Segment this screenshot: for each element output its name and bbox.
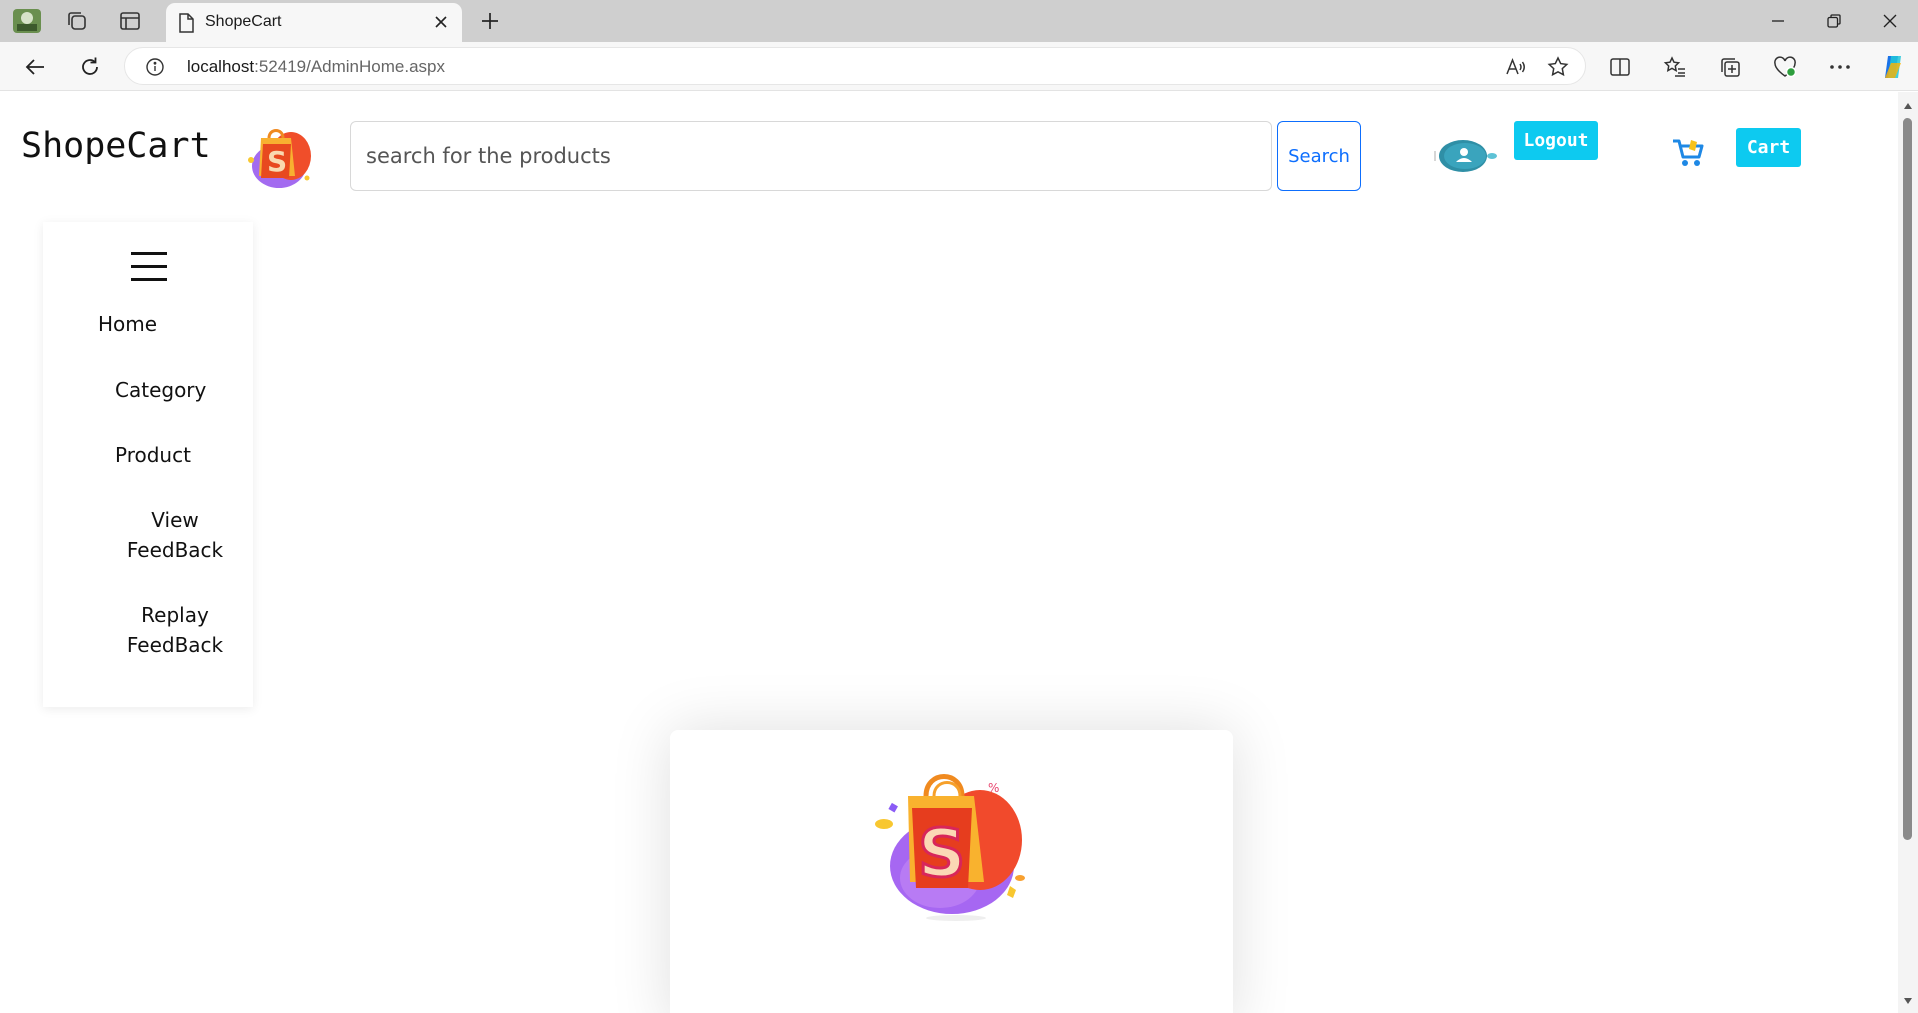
shopecart-logo-large: S % xyxy=(870,758,1040,928)
favorite-star-icon[interactable] xyxy=(1543,53,1573,81)
shopecart-logo[interactable]: S xyxy=(241,116,319,194)
web-page: ShopeCart S Search Logout xyxy=(5,92,1898,1013)
scroll-up-arrow-icon[interactable] xyxy=(1902,100,1914,112)
brand-title[interactable]: ShopeCart xyxy=(21,126,211,166)
active-tab[interactable]: ShopeCart xyxy=(166,3,462,42)
scroll-down-arrow-icon[interactable] xyxy=(1902,995,1914,1007)
new-tab-icon[interactable] xyxy=(475,7,505,35)
collections-icon[interactable] xyxy=(1713,51,1747,83)
logout-button[interactable]: Logout xyxy=(1514,121,1598,160)
workspaces-icon[interactable] xyxy=(62,7,92,35)
copilot-icon[interactable] xyxy=(1876,51,1910,83)
search-button[interactable]: Search xyxy=(1277,121,1361,191)
minimize-icon[interactable] xyxy=(1750,0,1806,42)
scrollbar-thumb[interactable] xyxy=(1903,118,1912,840)
admin-sidebar: Home Category Product View FeedBack Repl… xyxy=(43,222,253,707)
search-input[interactable] xyxy=(350,121,1272,191)
sidebar-item-product[interactable]: Product xyxy=(115,440,235,470)
tab-title: ShopeCart xyxy=(205,13,282,30)
browser-tab-strip: ShopeCart xyxy=(0,0,1918,42)
shopping-cart-icon[interactable] xyxy=(1671,137,1707,169)
user-profile-icon[interactable] xyxy=(1427,134,1503,178)
url-text: localhost:52419/AdminHome.aspx xyxy=(187,57,445,77)
favorites-icon[interactable] xyxy=(1658,51,1692,83)
url-host: localhost xyxy=(187,57,255,76)
back-icon[interactable] xyxy=(18,51,52,83)
close-tab-icon[interactable] xyxy=(430,11,452,33)
cart-button[interactable]: Cart xyxy=(1736,128,1801,167)
svg-text:S: S xyxy=(918,815,966,892)
sidebar-item-replay-feedback[interactable]: Replay FeedBack xyxy=(115,600,235,660)
url-path: :52419/AdminHome.aspx xyxy=(254,57,445,76)
read-aloud-icon[interactable] xyxy=(1501,53,1531,81)
more-options-icon[interactable] xyxy=(1823,51,1857,83)
tab-actions-icon[interactable] xyxy=(115,7,145,35)
browser-essentials-icon[interactable] xyxy=(1768,51,1802,83)
address-bar[interactable]: localhost:52419/AdminHome.aspx xyxy=(124,47,1586,85)
profile-avatar-icon[interactable] xyxy=(12,7,42,35)
welcome-card: S % xyxy=(670,730,1233,1013)
svg-text:%: % xyxy=(988,781,999,795)
sidebar-item-category[interactable]: Category xyxy=(115,375,235,405)
site-info-icon[interactable] xyxy=(145,57,165,77)
sidebar-item-home[interactable]: Home xyxy=(98,309,218,339)
close-window-icon[interactable] xyxy=(1862,0,1918,42)
split-screen-icon[interactable] xyxy=(1603,51,1637,83)
sidebar-item-view-feedback[interactable]: View FeedBack xyxy=(115,505,235,565)
page-icon xyxy=(178,13,194,37)
svg-text:S: S xyxy=(267,145,287,178)
page-scrollbar[interactable] xyxy=(1898,92,1918,1013)
browser-navbar: localhost:52419/AdminHome.aspx xyxy=(0,42,1918,91)
refresh-icon[interactable] xyxy=(73,51,107,83)
restore-icon[interactable] xyxy=(1806,0,1862,42)
hamburger-menu-icon[interactable] xyxy=(131,252,167,282)
